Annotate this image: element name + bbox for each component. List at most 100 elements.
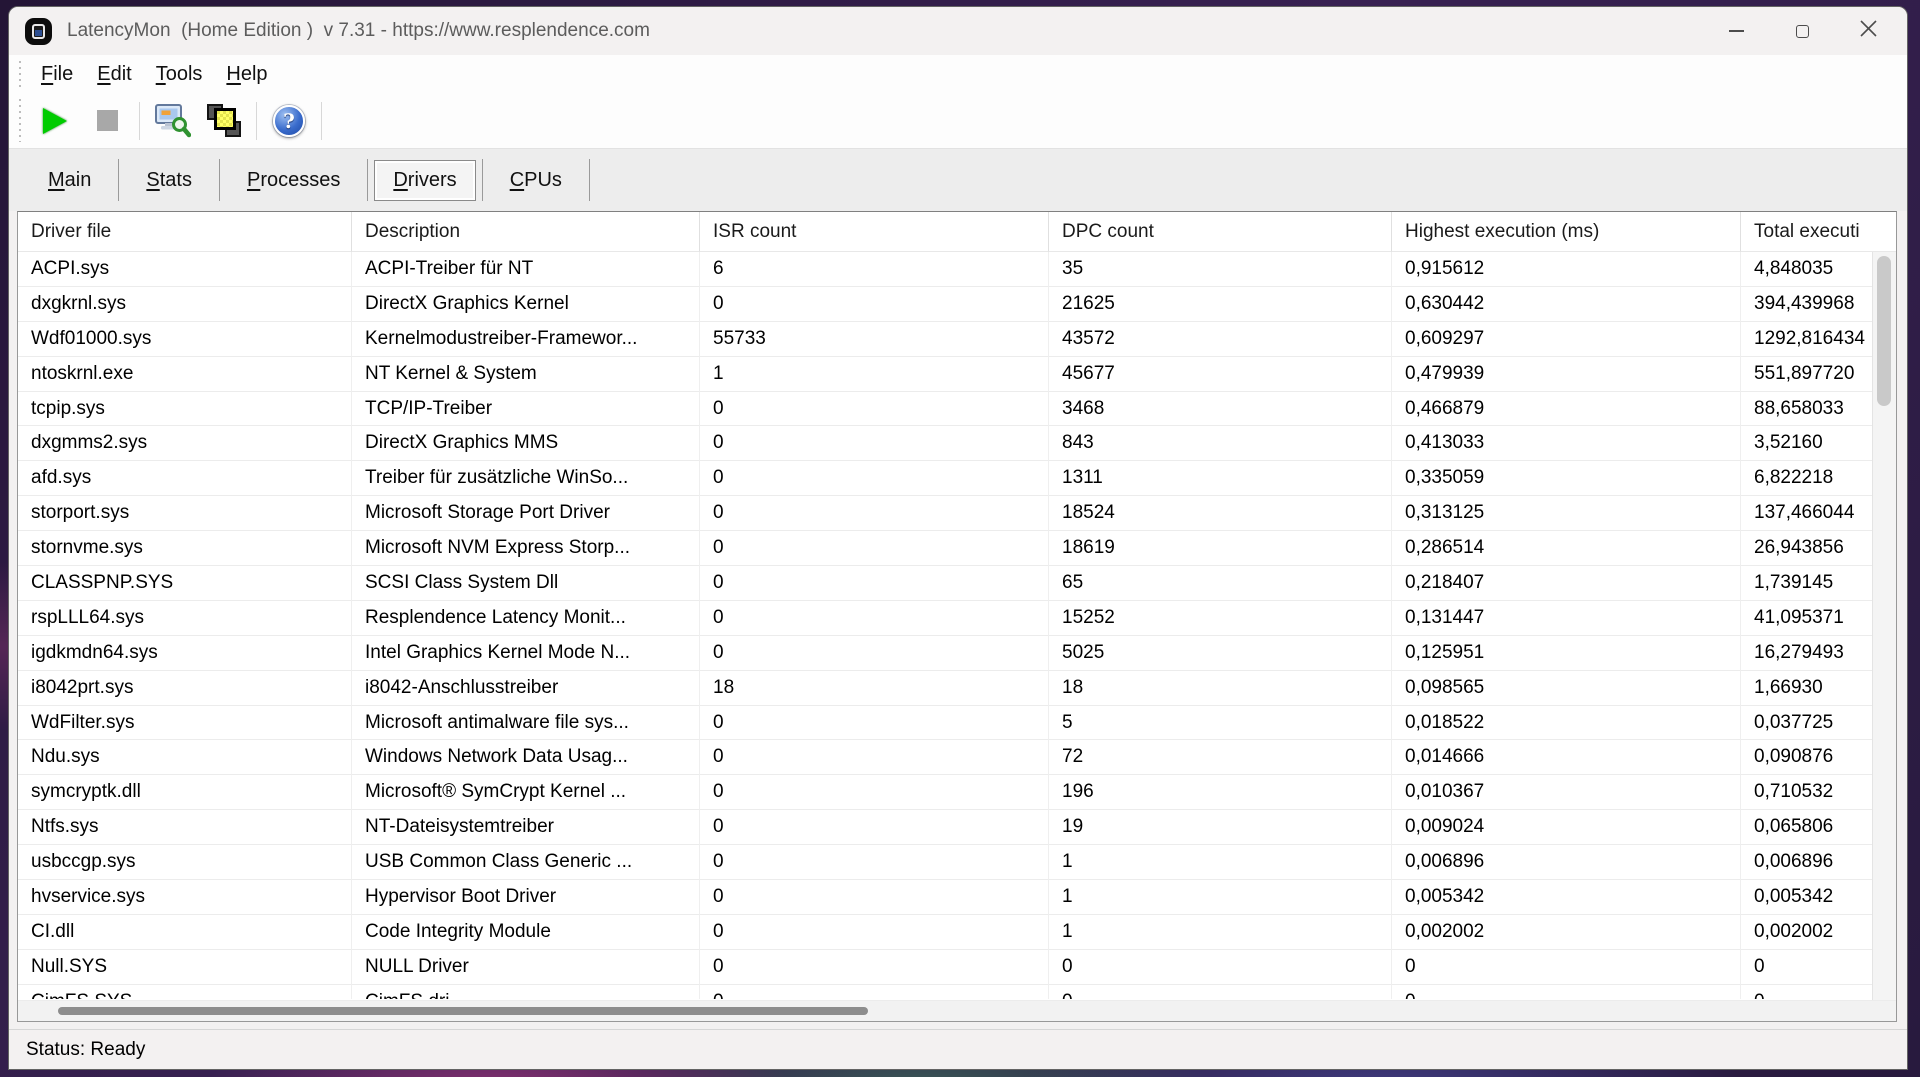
- table-cell: 196: [1049, 775, 1392, 810]
- table-cell: 15252: [1049, 601, 1392, 636]
- title-bar[interactable]: LatencyMon (Home Edition ) v 7.31 - http…: [9, 7, 1907, 55]
- table-cell: 19: [1049, 810, 1392, 845]
- close-button[interactable]: [1835, 7, 1901, 55]
- table-cell: usbccgp.sys: [18, 845, 352, 880]
- table-row[interactable]: afd.sysTreiber für zusätzliche WinSo...0…: [18, 461, 1872, 496]
- table-cell: 18524: [1049, 496, 1392, 531]
- table-cell: dxgkrnl.sys: [18, 287, 352, 322]
- vertical-scrollbar[interactable]: [1872, 252, 1896, 1000]
- table-cell: 6,822218: [1741, 461, 1872, 496]
- table-cell: ntoskrnl.exe: [18, 357, 352, 392]
- table-cell: 3,52160: [1741, 426, 1872, 461]
- table-row[interactable]: dxgkrnl.sysDirectX Graphics Kernel021625…: [18, 287, 1872, 322]
- column-header-highest-execution-ms[interactable]: Highest execution (ms): [1392, 212, 1741, 252]
- table-cell: 0: [700, 706, 1049, 741]
- table-cell: dxgmms2.sys: [18, 426, 352, 461]
- table-cell: 18: [700, 671, 1049, 706]
- table-cell: 18: [1049, 671, 1392, 706]
- horizontal-scrollbar[interactable]: [18, 1000, 1896, 1021]
- table-row[interactable]: igdkmdn64.sysIntel Graphics Kernel Mode …: [18, 636, 1872, 671]
- table-cell: storport.sys: [18, 496, 352, 531]
- table-cell: Windows Network Data Usag...: [352, 740, 700, 775]
- table-cell: Kernelmodustreiber-Framewor...: [352, 322, 700, 357]
- table-row[interactable]: Null.SYSNULL Driver0000: [18, 950, 1872, 985]
- table-cell: 1292,816434: [1741, 322, 1872, 357]
- menu-bar: FileEditToolsHelp: [9, 55, 1907, 93]
- table-row[interactable]: Ntfs.sysNT-Dateisystemtreiber0190,009024…: [18, 810, 1872, 845]
- table-cell: Microsoft NVM Express Storp...: [352, 531, 700, 566]
- table-row[interactable]: symcryptk.dllMicrosoft® SymCrypt Kernel …: [18, 775, 1872, 810]
- table-row[interactable]: storport.sysMicrosoft Storage Port Drive…: [18, 496, 1872, 531]
- table-cell: 0,002002: [1741, 915, 1872, 950]
- table-cell: 0,014666: [1392, 740, 1741, 775]
- stop-monitor-button[interactable]: [81, 99, 133, 143]
- tab-drivers[interactable]: Drivers: [374, 160, 475, 201]
- table-cell: 0: [700, 810, 1049, 845]
- processes-windows-button[interactable]: [198, 99, 250, 143]
- column-header-driver-file[interactable]: Driver file: [18, 212, 352, 252]
- table-cell: 0,915612: [1392, 252, 1741, 287]
- status-text: Status: Ready: [26, 1039, 145, 1061]
- column-header-description[interactable]: Description: [352, 212, 700, 252]
- table-row[interactable]: rspLLL64.sysResplendence Latency Monit..…: [18, 601, 1872, 636]
- tab-cpus[interactable]: CPUs: [483, 160, 589, 201]
- table-row[interactable]: i8042prt.sysi8042-Anschlusstreiber18180,…: [18, 671, 1872, 706]
- table-row[interactable]: tcpip.sysTCP/IP-Treiber034680,46687988,6…: [18, 392, 1872, 427]
- table-cell: 0: [700, 950, 1049, 985]
- maximize-button[interactable]: [1769, 7, 1835, 55]
- tab-processes[interactable]: Processes: [220, 160, 367, 201]
- analyze-system-button[interactable]: [146, 99, 198, 143]
- help-icon: [273, 105, 305, 137]
- table-cell: Microsoft Storage Port Driver: [352, 496, 700, 531]
- menu-file[interactable]: File: [29, 63, 85, 86]
- table-cell: 0,065806: [1741, 810, 1872, 845]
- table-row[interactable]: ACPI.sysACPI-Treiber für NT6350,9156124,…: [18, 252, 1872, 287]
- table-cell: 0,609297: [1392, 322, 1741, 357]
- table-row[interactable]: ntoskrnl.exeNT Kernel & System1456770,47…: [18, 357, 1872, 392]
- table-cell: 0,002002: [1392, 915, 1741, 950]
- table-cell: hvservice.sys: [18, 880, 352, 915]
- table-cell: 88,658033: [1741, 392, 1872, 427]
- stop-icon: [97, 110, 118, 131]
- minimize-button[interactable]: [1703, 7, 1769, 55]
- table-cell: 0: [700, 496, 1049, 531]
- menu-tools[interactable]: Tools: [144, 63, 215, 86]
- table-row[interactable]: dxgmms2.sysDirectX Graphics MMS08430,413…: [18, 426, 1872, 461]
- table-cell: Microsoft® SymCrypt Kernel ...: [352, 775, 700, 810]
- tab-stats[interactable]: Stats: [119, 160, 219, 201]
- table-row[interactable]: Ndu.sysWindows Network Data Usag...0720,…: [18, 740, 1872, 775]
- table-cell: 843: [1049, 426, 1392, 461]
- vertical-scrollbar-thumb[interactable]: [1877, 256, 1891, 406]
- table-cell: Ntfs.sys: [18, 810, 352, 845]
- table-cell: ACPI.sys: [18, 252, 352, 287]
- tab-main[interactable]: Main: [21, 160, 118, 201]
- menu-edit[interactable]: Edit: [85, 63, 143, 86]
- table-row[interactable]: usbccgp.sysUSB Common Class Generic ...0…: [18, 845, 1872, 880]
- horizontal-scrollbar-thumb[interactable]: [58, 1007, 868, 1015]
- table-cell: 0,006896: [1741, 845, 1872, 880]
- table-cell: 0: [700, 915, 1049, 950]
- table-cell: Null.SYS: [18, 950, 352, 985]
- table-cell: 0: [700, 880, 1049, 915]
- app-icon: [25, 18, 52, 45]
- start-monitor-button[interactable]: [29, 99, 81, 143]
- menu-help[interactable]: Help: [214, 63, 279, 86]
- table-row[interactable]: Wdf01000.sysKernelmodustreiber-Framewor.…: [18, 322, 1872, 357]
- table-row[interactable]: CI.dllCode Integrity Module010,0020020,0…: [18, 915, 1872, 950]
- table-row[interactable]: CLASSPNP.SYSSCSI Class System Dll0650,21…: [18, 566, 1872, 601]
- table-row[interactable]: WdFilter.sysMicrosoft antimalware file s…: [18, 706, 1872, 741]
- table-cell: 0,018522: [1392, 706, 1741, 741]
- table-cell: Hypervisor Boot Driver: [352, 880, 700, 915]
- table-row[interactable]: CimFS.SYSCimFS dri...0000: [18, 985, 1872, 999]
- table-cell: NT-Dateisystemtreiber: [352, 810, 700, 845]
- column-header-total-executi[interactable]: Total executi: [1741, 212, 1896, 252]
- table-cell: 0,286514: [1392, 531, 1741, 566]
- table-row[interactable]: hvservice.sysHypervisor Boot Driver010,0…: [18, 880, 1872, 915]
- table-cell: CI.dll: [18, 915, 352, 950]
- table-cell: 1: [1049, 915, 1392, 950]
- column-header-isr-count[interactable]: ISR count: [700, 212, 1049, 252]
- table-cell: 0: [700, 985, 1049, 999]
- help-button[interactable]: [263, 99, 315, 143]
- table-row[interactable]: stornvme.sysMicrosoft NVM Express Storp.…: [18, 531, 1872, 566]
- column-header-dpc-count[interactable]: DPC count: [1049, 212, 1392, 252]
